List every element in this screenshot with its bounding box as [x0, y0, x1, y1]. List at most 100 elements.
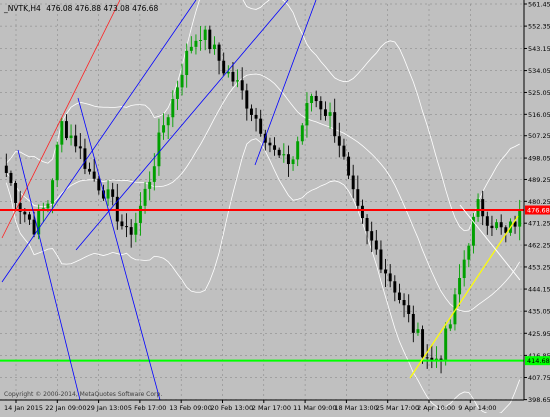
- candle-body: [305, 103, 309, 126]
- candle-body: [171, 98, 175, 118]
- x-tick-label: 14 Jan 2015: [4, 404, 43, 412]
- x-tick-label: 25 Mar 17:00: [376, 404, 419, 412]
- candle-body: [296, 141, 300, 160]
- candle-body: [462, 259, 466, 279]
- symbol-title: _NVTK,H4 476.08 476.88 473.08 476.68: [3, 4, 159, 13]
- candle-body: [166, 117, 170, 126]
- candle-body: [4, 165, 8, 173]
- candle-body: [485, 216, 489, 226]
- x-tick-label: 9 Apr 14:00: [458, 404, 496, 412]
- candle-body: [74, 135, 78, 147]
- x-tick-label: 13 Feb 09:00: [169, 404, 212, 412]
- candle-body: [333, 112, 337, 137]
- x-tick-label: 5 Feb 17:00: [128, 404, 167, 412]
- candle-body: [212, 44, 216, 50]
- candle-body: [499, 222, 503, 228]
- candle-body: [134, 222, 138, 235]
- candle-body: [347, 156, 351, 176]
- chart-canvas[interactable]: 561.45 552.35 543.15 534.05 525.05 516.05 507.…: [0, 0, 550, 415]
- y-tick-label: 534.05: [528, 67, 550, 75]
- copyright-text: Copyright © 2000-2014, MetaQuotes Softwa…: [4, 391, 162, 398]
- candle: [444, 322, 448, 366]
- candle-body: [310, 95, 314, 104]
- candle-body: [476, 199, 480, 217]
- candle-body: [208, 29, 212, 50]
- y-tick-label: 462.25: [528, 242, 550, 250]
- candle-body: [467, 245, 471, 260]
- candle-body: [425, 357, 429, 359]
- candle-body: [152, 166, 156, 182]
- candle-body: [199, 39, 203, 41]
- candle-body: [32, 219, 36, 235]
- candle-body: [185, 50, 189, 76]
- candle-body: [388, 273, 392, 282]
- y-tick-label: 435.05: [528, 308, 550, 316]
- candle-body: [351, 175, 355, 190]
- candle-body: [300, 125, 304, 142]
- y-tick-label: 471.25: [528, 220, 550, 228]
- candle-body: [282, 154, 286, 156]
- candle-body: [222, 60, 226, 74]
- candle-body: [78, 146, 82, 149]
- y-tick-label: 561.45: [528, 1, 550, 9]
- y-tick-label: 480.25: [528, 198, 550, 206]
- candle-body: [97, 178, 101, 191]
- y-tick-label: 444.15: [528, 286, 550, 294]
- candle-body: [162, 125, 166, 133]
- candle-body: [148, 181, 152, 189]
- candle-body: [356, 189, 360, 206]
- candle-body: [444, 328, 448, 361]
- candle-body: [125, 226, 129, 228]
- x-tick-label: 2 Apr 10:00: [417, 404, 455, 412]
- candle-body: [393, 281, 397, 293]
- support-price-label: 414.68: [527, 357, 550, 365]
- candle-body: [217, 44, 221, 61]
- candle-body: [51, 180, 55, 204]
- candle-body: [374, 240, 378, 250]
- x-tick-label: 29 Jan 13:00: [87, 404, 128, 412]
- candle-body: [55, 144, 59, 181]
- y-tick-label: 543.15: [528, 45, 550, 53]
- candle-body: [254, 114, 258, 119]
- candle-body: [236, 80, 240, 82]
- candle-body: [143, 188, 147, 206]
- candle-body: [397, 292, 401, 301]
- candle-body: [328, 112, 332, 116]
- candle-body: [120, 221, 124, 227]
- candle-body: [9, 172, 13, 183]
- candle-body: [64, 121, 68, 139]
- candle-body: [249, 108, 253, 115]
- candle-body: [291, 159, 295, 165]
- candle-body: [27, 214, 31, 220]
- candle-body: [319, 101, 323, 110]
- candle-body: [106, 189, 110, 199]
- y-tick-label: 425.95: [528, 330, 550, 338]
- candle-body: [14, 182, 18, 203]
- candle-body: [240, 80, 244, 91]
- candle-body: [360, 205, 364, 219]
- y-tick-label: 407.75: [528, 374, 550, 382]
- candle-body: [189, 46, 193, 51]
- candle-body: [175, 87, 179, 99]
- candle-body: [23, 211, 27, 215]
- candle-body: [92, 171, 96, 179]
- candle-body: [337, 136, 341, 146]
- candle-body: [495, 222, 499, 229]
- candle-body: [46, 203, 50, 209]
- x-tick-label: 20 Feb 13:00: [211, 404, 254, 412]
- candle-body: [416, 329, 420, 333]
- candle-body: [411, 313, 415, 333]
- candle-body: [365, 218, 369, 232]
- candle-body: [180, 75, 184, 88]
- candle-body: [273, 145, 277, 150]
- candle-body: [370, 231, 374, 241]
- price-chart[interactable]: 561.45 552.35 543.15 534.05 525.05 516.05 507.…: [0, 0, 550, 415]
- y-tick-label: 398.65: [528, 396, 550, 404]
- candle-body: [129, 227, 133, 235]
- candle-body: [277, 149, 281, 156]
- candle-body: [203, 29, 207, 40]
- y-tick-label: 489.25: [528, 176, 550, 184]
- candle-body: [60, 121, 64, 145]
- candle-body: [157, 132, 161, 167]
- candle-body: [384, 269, 388, 274]
